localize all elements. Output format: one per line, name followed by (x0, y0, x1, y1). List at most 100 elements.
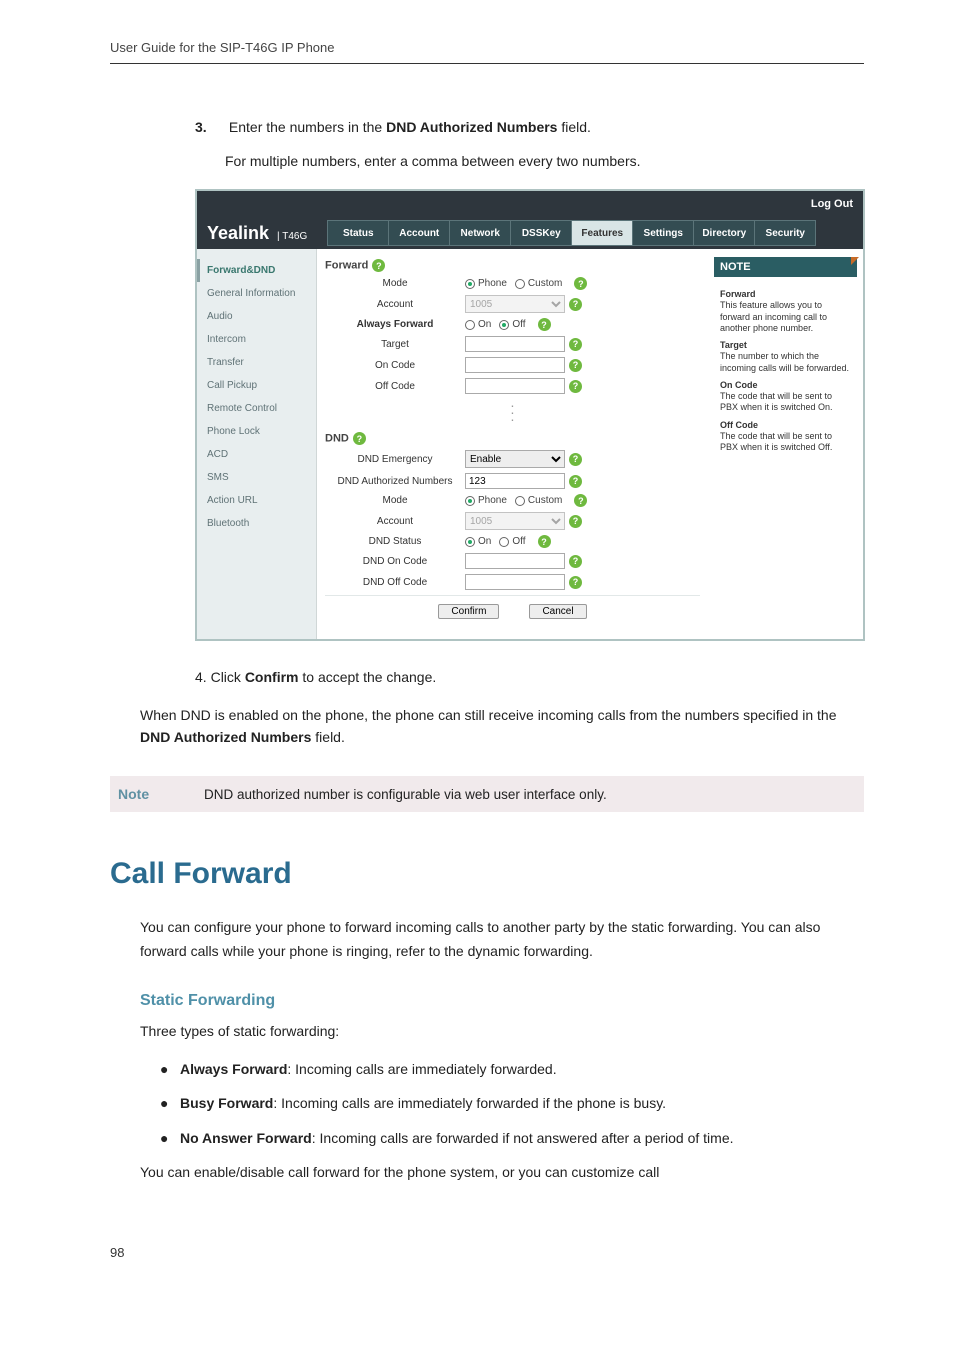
list-item: ● Always Forward: Incoming calls are imm… (160, 1058, 864, 1080)
dnd-oncode-input[interactable] (465, 553, 565, 569)
step4: 4. Click Confirm to accept the change. (195, 669, 864, 685)
step3: 3. Enter the numbers in the DND Authoriz… (195, 119, 864, 135)
h1-call-forward: Call Forward (110, 857, 864, 891)
help-icon[interactable]: ? (538, 535, 551, 548)
lbl-dnd-oncode: DND On Code (325, 556, 465, 567)
list-item: ● No Answer Forward: Incoming calls are … (160, 1127, 864, 1149)
radio-phone[interactable]: Phone (465, 495, 507, 506)
dnd-emergency-select[interactable]: Enable (465, 450, 565, 468)
dnd-auth-input[interactable] (465, 473, 565, 489)
sidebar-general-info[interactable]: General Information (197, 282, 316, 305)
tab-status[interactable]: Status (327, 220, 389, 246)
help-icon[interactable]: ? (569, 555, 582, 568)
tab-dsskey[interactable]: DSSKey (510, 220, 572, 246)
bullet-list: ● Always Forward: Incoming calls are imm… (160, 1058, 864, 1149)
sidebar-sms[interactable]: SMS (197, 466, 316, 489)
tab-features[interactable]: Features (571, 220, 633, 246)
sidebar-forward-dnd[interactable]: Forward&DND (197, 259, 316, 282)
section-dnd: DND? (325, 432, 700, 445)
sidebar-audio[interactable]: Audio (197, 305, 316, 328)
sidebar: Forward&DND General Information Audio In… (197, 249, 317, 639)
radio-off[interactable]: Off (499, 536, 525, 547)
sidebar-bluetooth[interactable]: Bluetooth (197, 512, 316, 535)
step4-post: to accept the change. (298, 669, 436, 685)
sf-intro: Three types of static forwarding: (140, 1020, 864, 1044)
lbl-dnd-mode: Mode (325, 495, 465, 506)
account-select: 1005 (465, 295, 565, 313)
radio-custom[interactable]: Custom (515, 278, 562, 289)
sidebar-acd[interactable]: ACD (197, 443, 316, 466)
sidebar-call-pickup[interactable]: Call Pickup (197, 374, 316, 397)
page-number: 98 (110, 1245, 864, 1260)
help-icon[interactable]: ? (569, 380, 582, 393)
note-b4: The code that will be sent to PBX when i… (720, 431, 851, 454)
h3-static-forwarding: Static Forwarding (140, 992, 864, 1010)
step4-num: 4. (195, 669, 207, 685)
lbl-account: Account (325, 299, 465, 310)
step3-bold: DND Authorized Numbers (386, 119, 557, 135)
sidebar-phone-lock[interactable]: Phone Lock (197, 420, 316, 443)
note-header: NOTE (714, 257, 857, 277)
logout-link[interactable]: Log Out (811, 198, 853, 210)
lbl-target: Target (325, 339, 465, 350)
note-b1: This feature allows you to forward an in… (720, 300, 851, 334)
step4-pre: Click (211, 669, 245, 685)
sidebar-action-url[interactable]: Action URL (197, 489, 316, 512)
note-b2: The number to which the incoming calls w… (720, 351, 851, 374)
tabs: Status Account Network DSSKey Features S… (327, 220, 815, 246)
help-icon[interactable]: ? (569, 359, 582, 372)
radio-on[interactable]: On (465, 536, 491, 547)
help-icon[interactable]: ? (574, 277, 587, 290)
dnd-offcode-input[interactable] (465, 574, 565, 590)
cancel-button[interactable]: Cancel (529, 604, 586, 619)
note-row: Note DND authorized number is configurab… (110, 776, 864, 812)
cf-para: You can configure your phone to forward … (140, 916, 864, 964)
oncode-input[interactable] (465, 357, 565, 373)
help-icon[interactable]: ? (569, 576, 582, 589)
help-icon[interactable]: ? (569, 515, 582, 528)
lbl-always-forward: Always Forward (325, 319, 465, 330)
help-icon[interactable]: ? (372, 259, 385, 272)
confirm-button[interactable]: Confirm (438, 604, 499, 619)
lbl-mode: Mode (325, 278, 465, 289)
sidebar-remote-control[interactable]: Remote Control (197, 397, 316, 420)
step3-pre: Enter the numbers in the (229, 119, 386, 135)
offcode-input[interactable] (465, 378, 565, 394)
help-icon[interactable]: ? (569, 453, 582, 466)
help-icon[interactable]: ? (538, 318, 551, 331)
note-b3: The code that will be sent to PBX when i… (720, 391, 851, 414)
note-label: Note (114, 786, 184, 802)
screenshot: Log Out Yealink | T46G Status Account Ne… (195, 189, 865, 641)
note-b2t: Target (720, 340, 851, 351)
sidebar-transfer[interactable]: Transfer (197, 351, 316, 374)
note-b1t: Forward (720, 289, 851, 300)
list-item: ● Busy Forward: Incoming calls are immed… (160, 1092, 864, 1114)
help-icon[interactable]: ? (569, 298, 582, 311)
radio-custom[interactable]: Custom (515, 495, 562, 506)
step4-bold: Confirm (245, 669, 299, 685)
lbl-dnd-account: Account (325, 516, 465, 527)
section-forward: Forward? (325, 259, 700, 272)
closing-para: You can enable/disable call forward for … (140, 1161, 864, 1185)
radio-on[interactable]: On (465, 319, 491, 330)
lbl-dnd-auth: DND Authorized Numbers (325, 476, 465, 487)
step3-sub: For multiple numbers, enter a comma betw… (225, 153, 864, 169)
tab-settings[interactable]: Settings (632, 220, 694, 246)
help-icon[interactable]: ? (353, 432, 366, 445)
note-b4t: Off Code (720, 420, 851, 431)
tab-directory[interactable]: Directory (693, 220, 755, 246)
tab-account[interactable]: Account (388, 220, 450, 246)
help-icon[interactable]: ? (569, 338, 582, 351)
radio-off[interactable]: Off (499, 319, 525, 330)
help-icon[interactable]: ? (574, 494, 587, 507)
help-icon[interactable]: ? (569, 475, 582, 488)
brand: Yealink (207, 223, 269, 244)
target-input[interactable] (465, 336, 565, 352)
step3-num: 3. (195, 119, 225, 135)
radio-phone[interactable]: Phone (465, 278, 507, 289)
tab-network[interactable]: Network (449, 220, 511, 246)
sidebar-intercom[interactable]: Intercom (197, 328, 316, 351)
note-b3t: On Code (720, 380, 851, 391)
step3-post: field. (557, 119, 590, 135)
tab-security[interactable]: Security (754, 220, 816, 246)
